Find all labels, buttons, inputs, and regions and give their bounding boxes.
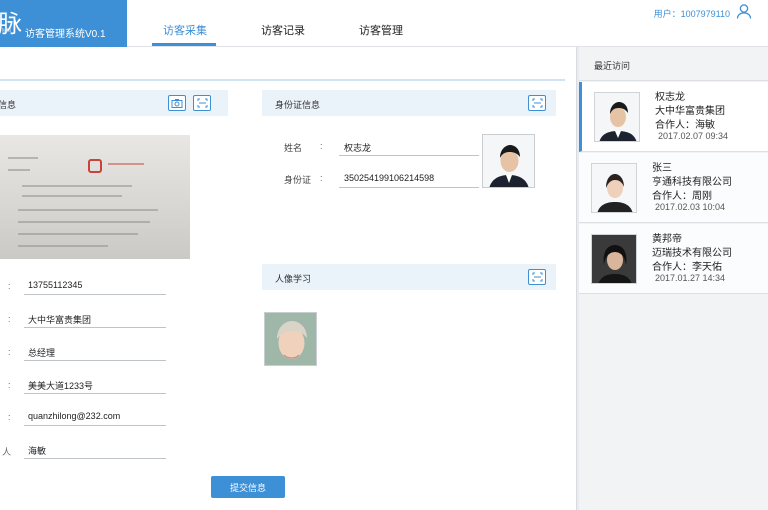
face-portrait-image	[265, 313, 316, 365]
recent-visits-panel: 最近访问 权志龙 大中华富贵集团 合作人：海敏 2017.02.07 09:34…	[579, 47, 768, 510]
submit-button[interactable]: 提交信息	[211, 476, 285, 498]
face-photo	[264, 312, 317, 366]
capture-panel: 信息 : 13755112345 : 大中华富贵集团 : 总经理 : 美美大道1…	[0, 47, 577, 510]
top-nav: 访客采集 访客记录 访客管理 用户：1007979110	[127, 0, 768, 47]
camera-icon	[171, 99, 183, 108]
company-field[interactable]: : 大中华富贵集团	[0, 312, 170, 328]
contact-person-value[interactable]: 海敏	[28, 444, 46, 457]
face-scan-button[interactable]	[528, 269, 546, 285]
visitor-time: 2017.02.03 10:04	[655, 202, 726, 212]
app-title: 访客管理系统V0.1	[25, 29, 106, 40]
id-number-label: 身份证	[284, 175, 312, 185]
company-value[interactable]: 大中华富贵集团	[28, 313, 91, 326]
email-value[interactable]: quanzhilong@232.com	[28, 411, 120, 421]
visitor-avatar	[591, 234, 637, 284]
recent-visits-title: 最近访问	[594, 61, 631, 71]
visitor-name: 权志龙	[655, 92, 685, 103]
scan-icon	[532, 272, 542, 282]
user-label[interactable]: 用户：1007979110	[654, 7, 730, 20]
panel-divider	[0, 79, 565, 81]
card-section-header: 信息	[0, 90, 228, 116]
id-section-header: 身份证信息	[262, 90, 556, 116]
visitor-avatar	[591, 163, 637, 213]
position-field[interactable]: : 总经理	[0, 345, 170, 361]
email-field[interactable]: : quanzhilong@232.com	[0, 410, 170, 426]
tab-visitor-capture[interactable]: 访客采集	[163, 22, 207, 38]
recent-visitor-item[interactable]: 权志龙 大中华富贵集团 合作人：海敏 2017.02.07 09:34	[579, 82, 768, 152]
visitor-partner: 合作人：周刚	[652, 191, 712, 202]
visitor-partner: 合作人：海敏	[655, 120, 715, 131]
visitor-time: 2017.02.07 09:34	[658, 131, 729, 141]
visitor-time: 2017.01.27 14:34	[655, 273, 726, 283]
tab-visitor-management[interactable]: 访客管理	[359, 22, 403, 38]
card-capture-button[interactable]	[168, 95, 186, 111]
id-portrait-image	[483, 135, 534, 187]
recent-visitor-item[interactable]: 张三 亨通科技有限公司 合作人：周刚 2017.02.03 10:04	[579, 153, 768, 223]
logo-subtext: MAI	[2, 28, 11, 34]
id-section-title: 身份证信息	[275, 100, 321, 110]
card-section-title: 信息	[0, 100, 17, 110]
visitor-name: 黄邦帝	[652, 234, 682, 245]
id-name-value[interactable]: 权志龙	[344, 141, 371, 154]
face-section-header: 人像学习	[262, 264, 556, 290]
visitor-company: 亨通科技有限公司	[652, 177, 732, 188]
id-number-field[interactable]: 身份证 : 350254199106214598	[284, 171, 484, 188]
address-value[interactable]: 美美大道1233号	[28, 379, 93, 392]
visitor-company: 迈瑞技术有限公司	[652, 248, 732, 259]
id-photo	[482, 134, 535, 188]
user-icon[interactable]	[736, 3, 752, 19]
contact-person-field[interactable]: 人 海敏	[0, 443, 170, 459]
phone-value[interactable]: 13755112345	[28, 280, 82, 290]
visitor-company: 大中华富贵集团	[655, 106, 725, 117]
visitor-avatar	[594, 92, 640, 142]
tab-visitor-records[interactable]: 访客记录	[261, 22, 305, 38]
id-scan-button[interactable]	[528, 95, 546, 111]
card-logo-mark	[88, 159, 102, 173]
address-field[interactable]: : 美美大道1233号	[0, 378, 170, 394]
visitor-name: 张三	[652, 163, 672, 174]
card-scan-button[interactable]	[193, 95, 211, 111]
active-tab-indicator	[152, 43, 216, 46]
position-value[interactable]: 总经理	[28, 346, 55, 359]
business-card-image	[0, 135, 190, 259]
scan-icon	[197, 98, 207, 108]
id-number-value[interactable]: 350254199106214598	[344, 173, 434, 183]
scan-icon	[532, 98, 542, 108]
visitor-partner: 合作人：李天佑	[652, 262, 722, 273]
app-logo: 脉 MAI 访客管理系统V0.1	[0, 0, 127, 47]
id-name-label: 姓名	[284, 143, 303, 153]
phone-field[interactable]: : 13755112345	[0, 279, 170, 295]
recent-visitor-item[interactable]: 黄邦帝 迈瑞技术有限公司 合作人：李天佑 2017.01.27 14:34	[579, 224, 768, 294]
id-name-field[interactable]: 姓名 : 权志龙	[284, 139, 484, 156]
face-section-title: 人像学习	[275, 274, 312, 284]
